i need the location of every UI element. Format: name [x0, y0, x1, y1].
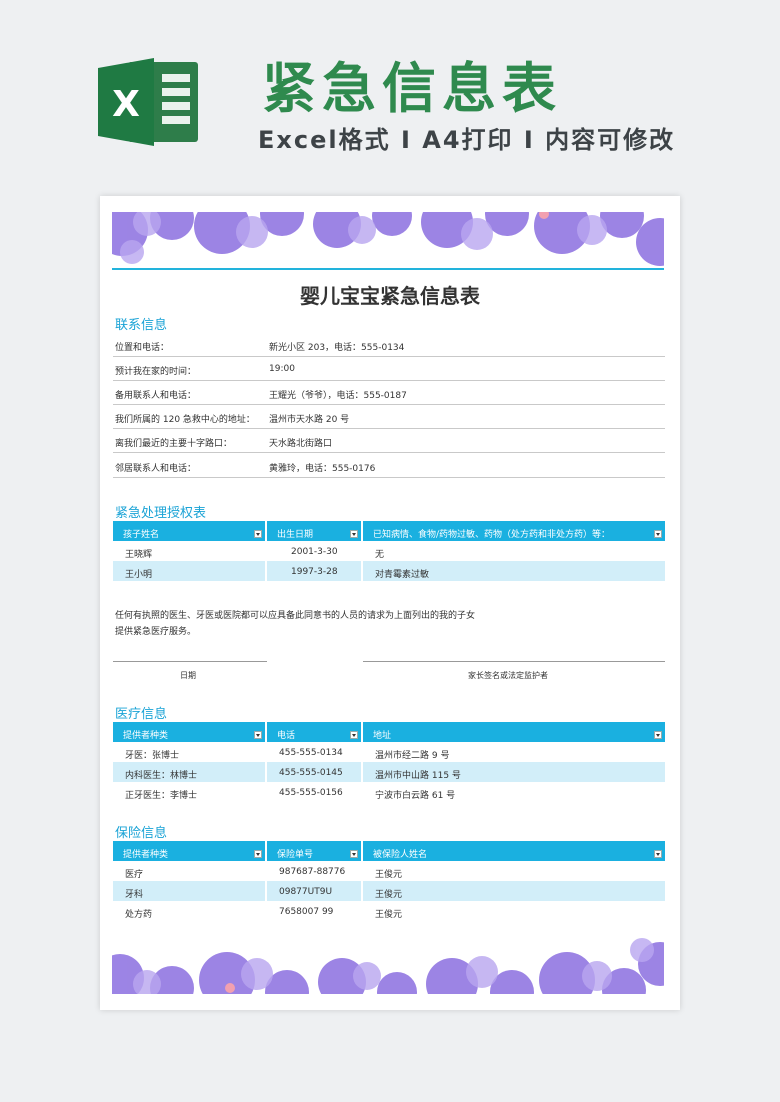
auth-header-conditions: 已知病情、食物/药物过敏、药物（处方药和非处方药）等： [363, 521, 665, 541]
insurance-header-policy: 保险单号 [267, 841, 361, 861]
table-row: 牙科 09877UT9U 王俊元 [113, 881, 665, 901]
contact-row: 我们所属的 120 急救中心的地址： 温州市天水路 20 号 [113, 405, 665, 429]
filter-dropdown-icon[interactable] [654, 850, 662, 858]
auth-section-title: 紧急处理授权表 [115, 506, 207, 521]
medical-header-address: 地址 [363, 722, 665, 742]
document-sheet: 婴儿宝宝紧急信息表 联系信息 位置和电话： 新光小区 203，电话：555-013… [100, 196, 680, 1010]
filter-dropdown-icon[interactable] [350, 530, 358, 538]
insurance-table: 提供者种类 保险单号 被保险人姓名 医疗 987687-88776 王俊元 牙科… [113, 841, 665, 921]
contact-row: 位置和电话： 新光小区 203，电话：555-0134 [113, 333, 665, 357]
filter-dropdown-icon[interactable] [350, 850, 358, 858]
table-row: 内科医生：林博士 455-555-0145 温州市中山路 115 号 [113, 762, 665, 782]
banner-subtitle: Excel格式 I A4打印 I 内容可修改 [258, 126, 676, 154]
filter-dropdown-icon[interactable] [254, 530, 262, 538]
insurance-header-insured: 被保险人姓名 [363, 841, 665, 861]
auth-table: 孩子姓名 出生日期 已知病情、食物/药物过敏、药物（处方药和非处方药）等： 王晓… [113, 521, 665, 581]
table-row: 牙医：张博士 455-555-0134 温州市经二路 9 号 [125, 748, 450, 761]
svg-text:X: X [112, 84, 140, 125]
insurance-section-title: 保险信息 [115, 826, 168, 841]
flower-border-bottom-icon [112, 938, 664, 994]
contact-row: 邻居联系人和电话： 黄雅玲，电话：555-0176 [113, 454, 665, 478]
auth-header-birth: 出生日期 [267, 521, 361, 541]
table-row: 王小明 1997-3-28 对青霉素过敏 [113, 561, 665, 581]
filter-dropdown-icon[interactable] [254, 850, 262, 858]
table-row: 处方药 7658007 99 王俊元 [125, 907, 403, 920]
parent-signature-label: 家长签名或法定监护者 [468, 671, 548, 680]
medical-table: 提供者种类 电话 地址 牙医：张博士 455-555-0134 温州市经二路 9… [113, 722, 665, 802]
filter-dropdown-icon[interactable] [654, 731, 662, 739]
date-label: 日期 [180, 671, 196, 680]
parent-signature-line [363, 661, 665, 662]
document-title: 婴儿宝宝紧急信息表 [300, 284, 480, 308]
contact-section-title: 联系信息 [115, 318, 168, 333]
excel-logo-icon: X [98, 58, 200, 146]
banner-title: 紧急信息表 [262, 57, 562, 120]
medical-section-title: 医疗信息 [115, 707, 168, 722]
table-row: 正牙医生：李博士 455-555-0156 宁波市白云路 61 号 [125, 788, 456, 801]
filter-dropdown-icon[interactable] [254, 731, 262, 739]
auth-header-name: 孩子姓名 [113, 521, 265, 541]
top-divider [112, 268, 664, 270]
table-row: 医疗 987687-88776 王俊元 [125, 867, 403, 880]
table-row: 王晓辉 2001-3-30 无 [125, 547, 385, 560]
medical-header-type: 提供者种类 [113, 722, 265, 742]
insurance-header-type: 提供者种类 [113, 841, 265, 861]
filter-dropdown-icon[interactable] [654, 530, 662, 538]
date-signature-line [113, 661, 267, 662]
contact-row: 预计我在家的时间： 19:00 [113, 357, 665, 381]
medical-header-phone: 电话 [267, 722, 361, 742]
consent-paragraph: 任何有执照的医生、牙医或医院都可以应具备此同意书的人员的请求为上面列出的我的子女… [115, 611, 476, 637]
contact-row: 备用联系人和电话： 王耀光（爷爷），电话：555-0187 [113, 381, 665, 405]
filter-dropdown-icon[interactable] [350, 731, 358, 739]
contact-row: 离我们最近的主要十字路口： 天水路北街路口 [113, 429, 665, 453]
flower-border-top-icon [112, 212, 664, 268]
